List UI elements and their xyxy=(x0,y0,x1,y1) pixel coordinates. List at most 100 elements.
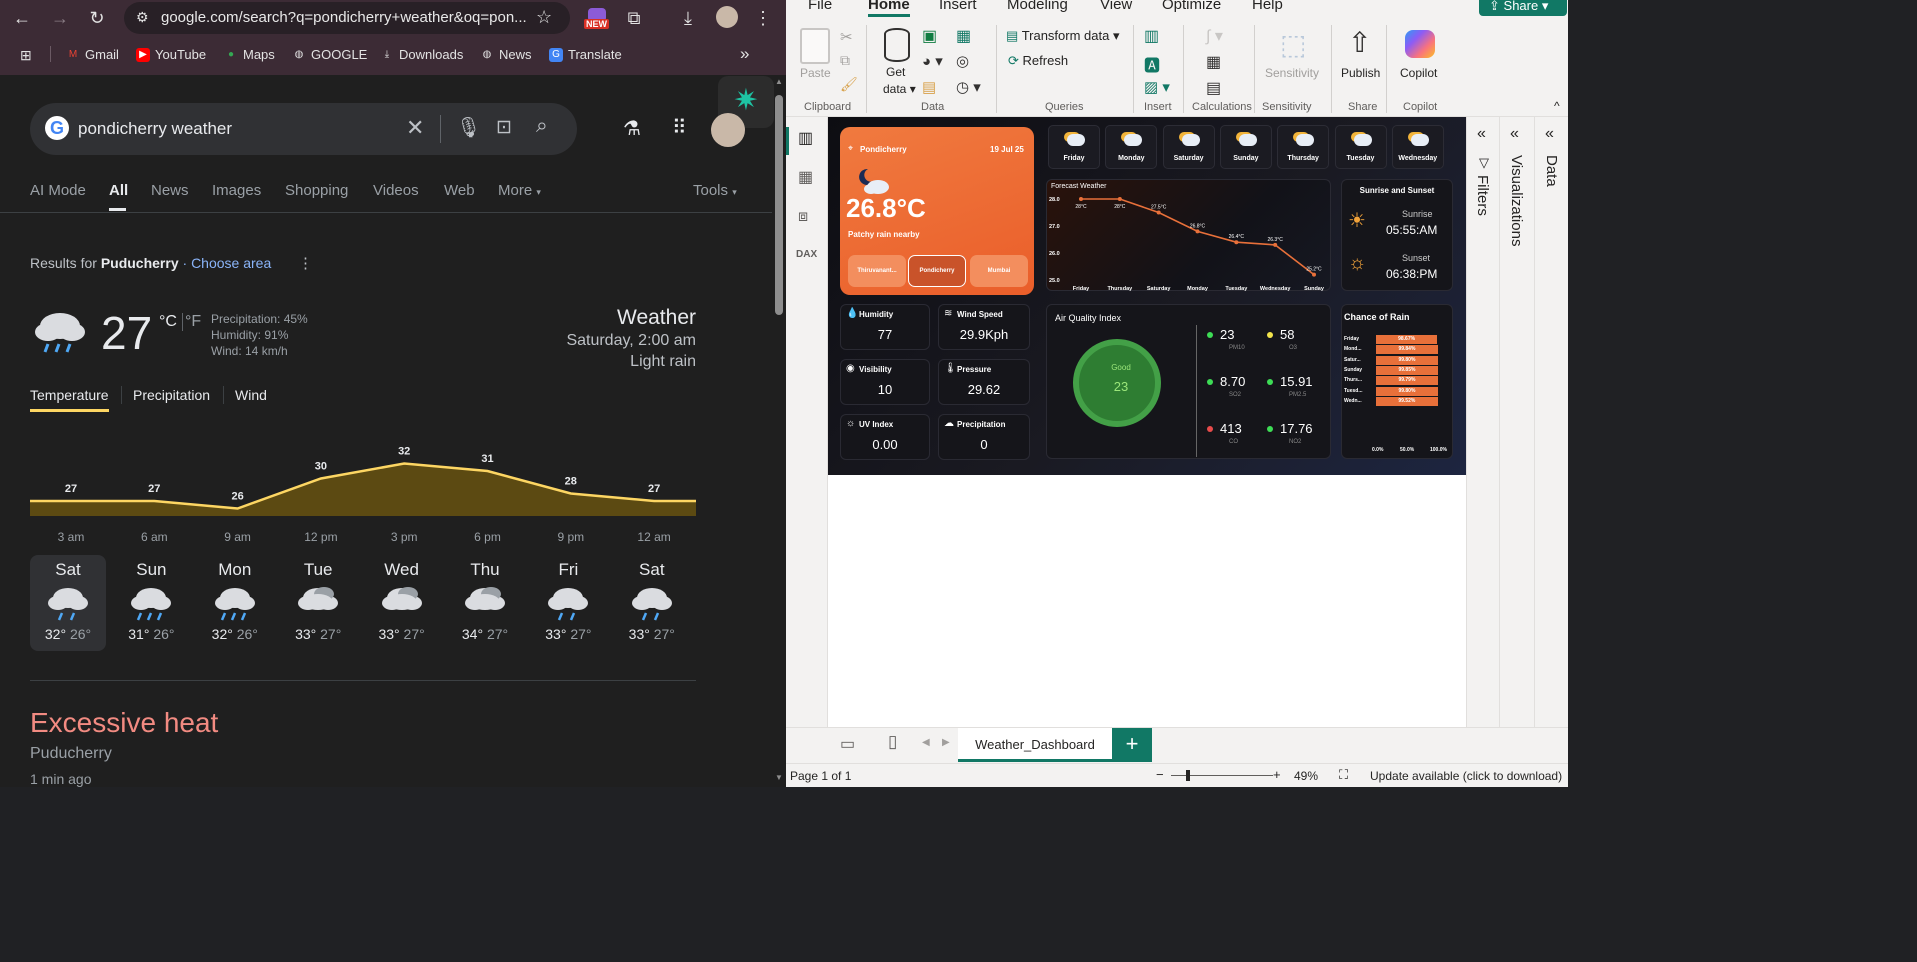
format-painter-icon[interactable]: 🖌 xyxy=(840,76,858,93)
sql-icon[interactable]: ◷ ▾ xyxy=(956,78,981,96)
bookmarks-overflow-icon[interactable]: » xyxy=(740,44,749,64)
rain-bar[interactable]: 99.80% xyxy=(1376,355,1438,365)
profile-avatar[interactable] xyxy=(716,6,738,28)
datahub-icon[interactable]: ◕ ▾ xyxy=(922,52,943,70)
new-measure-icon[interactable]: ∫ ▾ xyxy=(1206,26,1223,46)
tab-web[interactable]: Web xyxy=(444,182,475,199)
more-visuals-icon[interactable]: ▨ ▾ xyxy=(1144,78,1170,96)
scroll-down-icon[interactable]: ▼ xyxy=(775,773,783,782)
bookmark-youtube[interactable]: ▶ YouTube xyxy=(136,47,206,62)
voice-search-icon[interactable]: 🎙 xyxy=(456,115,481,140)
forecast-day-wednesday[interactable]: Wednesday xyxy=(1391,125,1444,169)
labs-flask-icon[interactable]: ⚗ xyxy=(623,116,641,141)
mobile-layout-icon[interactable]: ▯ xyxy=(888,732,897,752)
quick-measure-icon[interactable]: ▤ xyxy=(1206,78,1221,98)
calculator-icon[interactable]: ▦ xyxy=(1206,52,1221,72)
collapse-ribbon-icon[interactable]: ^ xyxy=(1554,99,1560,113)
tab-temperature[interactable]: Temperature xyxy=(30,387,109,403)
forecast-day-thursday[interactable]: Thursday xyxy=(1277,125,1330,169)
table-icon[interactable]: ▦ xyxy=(956,26,971,46)
search-bar[interactable]: G pondicherry weather ✕ 🎙 ⊡ ⌕ xyxy=(30,103,577,155)
page-scrollbar[interactable]: ▲ ▼ xyxy=(772,75,786,787)
visibility-card[interactable]: ◉ Visibility 10 xyxy=(840,359,930,405)
day-forecast-thu[interactable]: Thu 34° 27° xyxy=(447,555,523,651)
clear-icon[interactable]: ✕ xyxy=(406,115,424,141)
day-forecast-tue[interactable]: Tue 33° 27° xyxy=(280,555,356,651)
download-icon[interactable]: ⤓ xyxy=(676,6,700,30)
day-forecast-sat[interactable]: Sat 32° 26° xyxy=(30,555,106,651)
forecast-day-saturday[interactable]: Saturday xyxy=(1162,125,1215,169)
rain-bar[interactable]: 99.79% xyxy=(1376,376,1438,386)
uv-index-card[interactable]: ☼ UV Index 0.00 xyxy=(840,414,930,460)
air-quality-card[interactable]: Air Quality Index Good 23 23 PM10 58 O3 8.70… xyxy=(1046,304,1331,459)
search-icon[interactable]: ⌕ xyxy=(536,114,548,138)
site-info-icon[interactable]: ⚙ xyxy=(136,9,149,26)
rain-bar[interactable]: 99.52% xyxy=(1376,396,1438,406)
bookmark-maps[interactable]: ● Maps xyxy=(224,47,275,62)
search-input[interactable]: pondicherry weather xyxy=(78,119,232,139)
extension-new-icon[interactable]: NEW xyxy=(584,8,610,32)
day-forecast-wed[interactable]: Wed 33° 27° xyxy=(364,555,440,651)
tab-ai-mode[interactable]: AI Mode xyxy=(30,182,86,199)
copy-icon[interactable]: ⧉ xyxy=(840,52,850,69)
data-pane[interactable]: « Data xyxy=(1534,117,1568,727)
forecast-chart-card[interactable]: Forecast Weather 28.0 27.0 26.0 25.0 28°C Fri… xyxy=(1046,179,1331,292)
publish-icon[interactable]: ⇧ xyxy=(1348,26,1371,59)
menu-kebab-icon[interactable]: ⋮ xyxy=(751,6,775,30)
chance-of-rain-card[interactable]: Chance of Rain Friday 98.67% Mond... 99.84%… xyxy=(1341,304,1453,459)
tab-images[interactable]: Images xyxy=(212,182,261,199)
copilot-label[interactable]: Copilot xyxy=(1400,66,1437,80)
share-button[interactable]: ⇪ Share ▾ xyxy=(1479,0,1567,16)
collapse-pane-icon[interactable]: « xyxy=(1510,125,1519,143)
model-view-icon[interactable]: ⧈ xyxy=(798,208,808,226)
filters-pane[interactable]: « ▽ Filters xyxy=(1466,117,1499,727)
copilot-icon[interactable] xyxy=(1405,30,1435,58)
collapse-pane-icon[interactable]: « xyxy=(1477,125,1486,143)
paste-icon[interactable] xyxy=(800,28,830,64)
bookmark-translate[interactable]: G Translate xyxy=(549,47,622,62)
menu-file[interactable]: File xyxy=(808,0,832,13)
city-button-thiruvananthapuram[interactable]: Thiruvanant... xyxy=(848,255,906,287)
zoom-out-icon[interactable]: − xyxy=(1156,767,1164,782)
cut-icon[interactable]: ✂ xyxy=(840,28,853,46)
bookmark-downloads[interactable]: ⤓ Downloads xyxy=(380,47,464,62)
desktop-layout-icon[interactable]: ▭ xyxy=(840,734,855,754)
address-bar[interactable]: ⚙ google.com/search?q=pondicherry+weathe… xyxy=(124,2,570,34)
text-box-icon[interactable]: 🅰 xyxy=(1144,52,1160,76)
scroll-up-icon[interactable]: ▲ xyxy=(775,77,783,86)
next-page-icon[interactable]: ▶ xyxy=(942,737,950,748)
forecast-day-tuesday[interactable]: Tuesday xyxy=(1334,125,1387,169)
publish-label[interactable]: Publish xyxy=(1341,66,1380,80)
rain-bar[interactable]: 99.80% xyxy=(1376,386,1438,396)
tab-videos[interactable]: Videos xyxy=(373,182,419,199)
back-icon[interactable]: ← xyxy=(10,6,34,30)
menu-insert[interactable]: Insert xyxy=(939,0,977,13)
alert-title[interactable]: Excessive heat xyxy=(30,707,218,739)
rain-bar[interactable]: 99.85% xyxy=(1376,365,1438,375)
menu-modeling[interactable]: Modeling xyxy=(1007,0,1068,13)
forecast-day-sunday[interactable]: Sunday xyxy=(1219,125,1272,169)
city-button-pondicherry[interactable]: Pondicherry xyxy=(908,255,966,287)
scrollbar-thumb[interactable] xyxy=(775,95,783,315)
recent-sources-icon[interactable]: ▤ xyxy=(922,78,936,96)
unit-fahrenheit[interactable]: °F xyxy=(182,313,201,331)
tools-button[interactable]: Tools ▾ xyxy=(693,182,737,199)
page-tab-weather-dashboard[interactable]: Weather_Dashboard xyxy=(958,728,1112,762)
visualizations-pane[interactable]: « Visualizations xyxy=(1499,117,1534,727)
transform-data-button[interactable]: ▤ Transform data ▾ xyxy=(1006,28,1120,44)
day-forecast-mon[interactable]: Mon 32° 26° xyxy=(197,555,273,651)
new-visual-icon[interactable]: ▥ xyxy=(1144,26,1159,46)
tab-precipitation[interactable]: Precipitation xyxy=(133,387,210,403)
city-button-mumbai[interactable]: Mumbai xyxy=(970,255,1028,287)
prev-page-icon[interactable]: ◀ xyxy=(922,737,930,748)
unit-celsius[interactable]: °C xyxy=(159,313,177,331)
tab-more[interactable]: More ▾ xyxy=(498,182,541,199)
database-icon[interactable] xyxy=(884,28,910,62)
forecast-day-monday[interactable]: Monday xyxy=(1105,125,1158,169)
collapse-pane-icon[interactable]: « xyxy=(1545,125,1554,143)
precipitation-card[interactable]: ☁ Precipitation 0 xyxy=(938,414,1030,460)
reload-icon[interactable]: ↻ xyxy=(85,6,109,30)
menu-view[interactable]: View xyxy=(1100,0,1132,13)
sensitivity-icon[interactable]: ⬚ xyxy=(1280,28,1306,61)
update-notice[interactable]: Update available (click to download) xyxy=(1370,769,1562,783)
